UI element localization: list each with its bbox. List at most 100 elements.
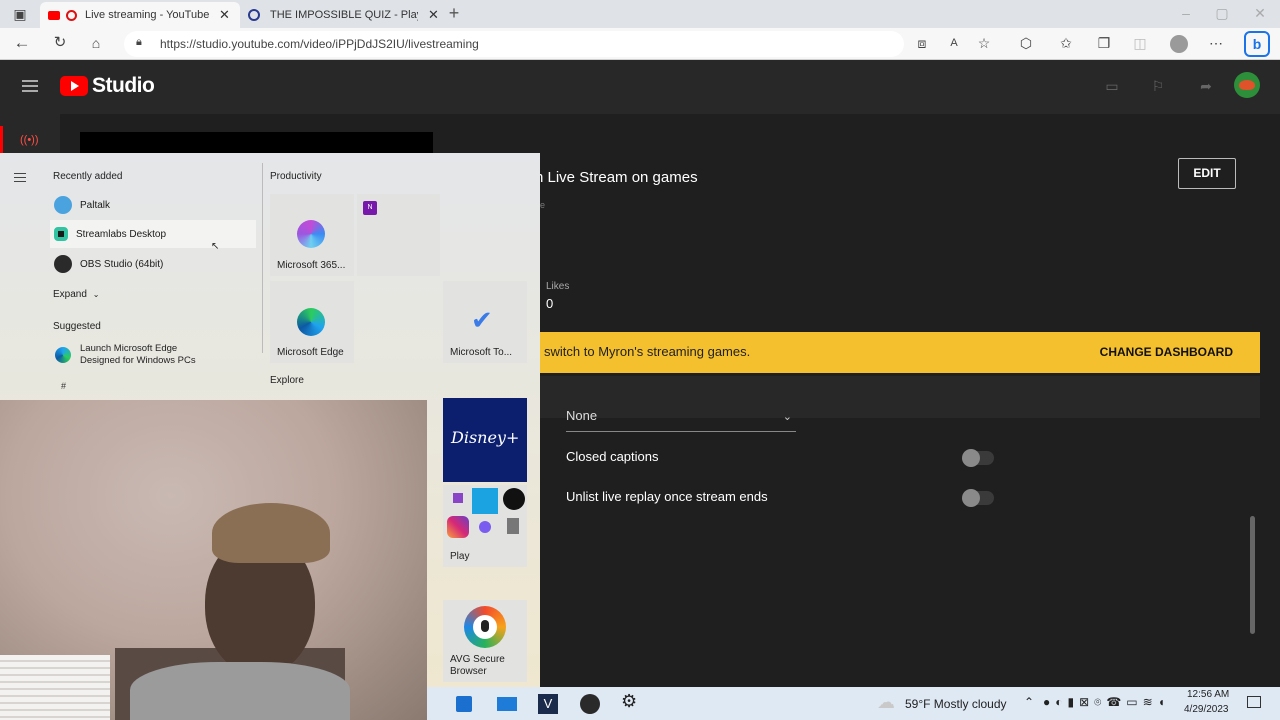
closed-captions-toggle[interactable]	[962, 449, 994, 467]
productivity-heading: Productivity	[270, 171, 322, 182]
store-icon[interactable]	[456, 696, 472, 712]
favorite-add-icon[interactable]: ☆	[974, 33, 994, 53]
close-tab-icon[interactable]: ✕	[219, 7, 230, 23]
disney-logo: Disney+	[451, 428, 520, 447]
profile-avatar[interactable]	[1170, 35, 1188, 53]
app-paltalk[interactable]: Paltalk	[50, 191, 256, 219]
tile-onenote-group[interactable]: N	[357, 194, 440, 276]
close-window-icon[interactable]: ✕	[1250, 3, 1270, 23]
tiktok-icon	[503, 488, 525, 510]
address-toolbar: ← ↻ ⌂ 🔒︎ https://studio.youtube.com/vide…	[0, 28, 1280, 60]
app-label: Streamlabs Desktop	[76, 228, 167, 240]
tab-label: Live streaming - YouTube St	[85, 9, 213, 21]
bing-icon[interactable]: b	[1244, 31, 1270, 57]
url-text: https://studio.youtube.com/video/iPPjDdJ…	[160, 37, 479, 51]
explore-heading: Explore	[270, 375, 304, 386]
settings-gear-icon[interactable]: ⚙	[621, 691, 637, 712]
messenger-icon	[479, 521, 491, 533]
tile-avg-secure-browser[interactable]: AVG Secure Browser	[443, 600, 527, 682]
favorites-icon[interactable]: ✩	[1056, 33, 1076, 53]
menu-icon[interactable]	[22, 80, 38, 92]
suggested-edge[interactable]: Launch Microsoft Edge Designed for Windo…	[52, 341, 257, 371]
tile-microsoft-todo[interactable]: ✔ Microsoft To...	[443, 281, 527, 363]
dropdown-value: None	[566, 410, 598, 423]
share-icon[interactable]: ➦	[1196, 76, 1216, 96]
back-icon[interactable]: ←	[12, 33, 32, 53]
taskbar: V ⚙ ☁ 59°F Mostly cloudy ⌃ ●◐▮⊠⌾☎▭≋◖ 12:…	[427, 687, 1280, 720]
clock-date[interactable]: 4/29/2023	[1184, 704, 1229, 715]
tile-microsoft-365[interactable]: Microsoft 365...	[270, 194, 354, 276]
tab-live-streaming[interactable]: Live streaming - YouTube St ✕	[40, 2, 240, 28]
notification-icon[interactable]	[1247, 696, 1261, 708]
chevron-down-icon: ⌄	[782, 411, 792, 423]
app-obs[interactable]: OBS Studio (64bit)	[50, 250, 256, 278]
app-label: OBS Studio (64bit)	[80, 258, 164, 270]
calculator-icon	[507, 518, 519, 534]
tile-disney-plus[interactable]: Disney+	[443, 398, 527, 482]
edge-icon	[55, 347, 71, 363]
suggested-line2: Designed for Windows PCs	[80, 355, 196, 366]
edge-tile-icon	[297, 308, 325, 336]
tile-label: Microsoft 365...	[277, 260, 346, 271]
suggested-line1: Launch Microsoft Edge	[80, 343, 178, 354]
edit-button[interactable]: EDIT	[1178, 158, 1236, 189]
recently-added-heading: Recently added	[53, 171, 123, 182]
tab-impossible-quiz[interactable]: THE IMPOSSIBLE QUIZ - Play The ✕	[244, 2, 440, 28]
change-dashboard-button[interactable]: CHANGE DASHBOARD	[1100, 345, 1233, 359]
new-tab-icon[interactable]: +	[444, 3, 464, 23]
unlist-replay-toggle[interactable]	[962, 489, 994, 507]
tab-label: THE IMPOSSIBLE QUIZ - Play The	[270, 9, 418, 21]
minimize-icon[interactable]: –	[1176, 3, 1196, 23]
lock-icon: 🔒︎	[136, 36, 142, 48]
stream-subtitle-fragment: e	[540, 200, 546, 210]
banner-channel: Myron's streaming games.	[598, 344, 751, 359]
refresh-icon[interactable]: ↻	[50, 33, 70, 53]
weather-text[interactable]: 59°F Mostly cloudy	[905, 697, 1007, 711]
instagram-icon	[447, 516, 469, 538]
closed-captions-label: Closed captions	[566, 449, 659, 464]
dropdown-select[interactable]: None ⌄	[566, 410, 796, 432]
maximize-icon[interactable]: ▢	[1212, 3, 1232, 23]
dashboard-banner: switch to Myron's streaming games. CHANG…	[540, 332, 1260, 373]
close-tab-icon[interactable]: ✕	[428, 7, 439, 23]
hamburger-icon[interactable]	[14, 173, 26, 182]
bookmark-icon[interactable]: ⚐	[1148, 76, 1168, 96]
tab-actions-icon[interactable]: ▣	[10, 4, 30, 24]
clapperboard-icon[interactable]: ▭	[1102, 76, 1122, 96]
obs-icon	[54, 255, 72, 273]
weather-cloud-icon: ☁	[877, 692, 895, 712]
url-field[interactable]: 🔒︎ https://studio.youtube.com/video/iPPj…	[124, 31, 904, 57]
read-aloud-icon[interactable]: A	[944, 33, 964, 53]
scrollbar-thumb[interactable]	[1250, 516, 1255, 634]
tray-apps-icons[interactable]: ●◐▮⊠⌾☎▭≋◖	[1043, 695, 1170, 710]
paltalk-icon	[54, 196, 72, 214]
tile-microsoft-edge[interactable]: Microsoft Edge	[270, 281, 354, 363]
collections-icon[interactable]: ❐	[1094, 33, 1114, 53]
show-hidden-icons-icon[interactable]: ⌃	[1024, 695, 1034, 709]
channel-avatar[interactable]	[1234, 72, 1260, 98]
hash-group-header[interactable]: #	[61, 381, 66, 391]
banner-text: switch to Myron's streaming games.	[544, 344, 751, 359]
youtube-favicon-icon	[48, 10, 60, 20]
likes-label: Likes	[546, 281, 570, 292]
clock-time[interactable]: 12:56 AM	[1187, 689, 1229, 700]
home-icon[interactable]: ⌂	[86, 33, 106, 53]
camera-icon[interactable]: ⧈	[912, 33, 932, 53]
stream-title: n Live Stream on games	[535, 169, 698, 186]
person-shirt	[130, 662, 350, 720]
tile-play-folder[interactable]: Play	[443, 485, 527, 567]
expand-button[interactable]: Expand ⌄	[53, 289, 99, 300]
youtube-logo-icon[interactable]	[60, 76, 88, 96]
record-icon	[66, 9, 77, 21]
tile-label: Microsoft To...	[450, 347, 513, 358]
butterfly-icon	[1239, 80, 1255, 90]
browser-essentials-icon[interactable]: ◫	[1130, 33, 1150, 53]
vs-app-icon[interactable]: V	[538, 694, 558, 714]
more-icon[interactable]: ⋯	[1206, 33, 1226, 53]
obs-taskbar-icon[interactable]	[580, 694, 600, 714]
extensions-icon[interactable]: ⬡	[1016, 33, 1036, 53]
app-streamlabs[interactable]: Streamlabs Desktop	[50, 220, 256, 248]
mail-icon[interactable]	[497, 697, 517, 711]
globe-favicon-icon	[248, 9, 260, 21]
studio-logo-text: Studio	[92, 74, 155, 97]
